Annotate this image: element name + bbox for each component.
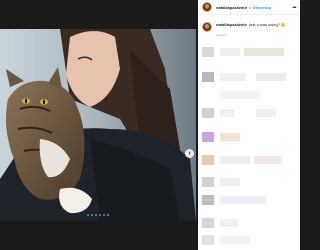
chevron-right-icon: › <box>188 150 191 157</box>
blurred-avatar <box>202 195 214 205</box>
list-item <box>202 72 286 82</box>
carousel-next-button[interactable]: › <box>185 149 194 158</box>
post-modal: › natalliapazdzinir • Obserwuj ••• natal… <box>0 0 300 250</box>
blurred-comment <box>220 48 240 56</box>
list-item <box>202 108 276 118</box>
caption-username[interactable]: natalliapazdzinir <box>216 22 247 27</box>
follow-button[interactable]: Obserwuj <box>253 5 271 10</box>
blurred-comment <box>220 178 240 186</box>
carousel-dot <box>103 214 105 216</box>
blurred-comment <box>254 156 282 164</box>
blurred-comment <box>220 133 240 141</box>
blurred-avatar <box>202 132 214 142</box>
blurred-comment <box>244 48 284 56</box>
comments-list[interactable] <box>198 42 300 250</box>
blurred-comment <box>256 109 276 117</box>
blurred-comment <box>220 156 250 164</box>
caption: natalliapazdzinir jest u was śnieg? <box>216 22 285 27</box>
list-item <box>202 155 282 165</box>
blurred-comment <box>220 219 238 227</box>
blurred-avatar <box>202 47 214 57</box>
blurred-avatar <box>202 235 214 245</box>
blurred-avatar <box>202 108 214 118</box>
list-item <box>202 218 238 228</box>
blurred-comment <box>220 73 246 81</box>
carousel-dot <box>91 214 93 216</box>
list-item <box>202 47 284 57</box>
carousel-dot <box>99 214 101 216</box>
username-link[interactable]: natalliapazdzinir <box>216 5 247 10</box>
post-media[interactable]: › <box>0 29 196 221</box>
caption-avatar[interactable] <box>202 22 212 32</box>
blurred-avatar <box>202 218 214 228</box>
carousel-indicator <box>0 214 196 216</box>
avatar[interactable] <box>202 2 212 12</box>
caption-row: natalliapazdzinir jest u was śnieg? <box>202 22 285 32</box>
carousel-dot <box>87 214 89 216</box>
blurred-comment <box>256 73 286 81</box>
list-item <box>202 177 240 187</box>
blurred-comment <box>220 91 260 99</box>
post-timestamp: 1h temu <box>216 33 227 37</box>
carousel-dot <box>107 214 109 216</box>
caption-text: jest u was śnieg? <box>249 22 280 27</box>
blurred-comment <box>220 196 266 204</box>
blurred-avatar <box>202 72 214 82</box>
list-item <box>202 195 266 205</box>
list-item <box>202 90 260 100</box>
blurred-avatar <box>202 155 214 165</box>
blurred-comment <box>220 109 234 117</box>
carousel-dot <box>95 214 97 216</box>
smiling-face-icon <box>280 23 285 27</box>
blurred-comment <box>220 236 250 244</box>
separator: • <box>249 4 251 10</box>
more-horizontal-icon[interactable]: ••• <box>292 5 296 11</box>
list-item <box>202 132 240 142</box>
header-text: natalliapazdzinir • Obserwuj <box>216 5 271 10</box>
post-side-panel: natalliapazdzinir • Obserwuj ••• natalli… <box>198 0 300 250</box>
list-item <box>202 235 250 245</box>
post-photo <box>0 29 196 221</box>
blurred-avatar <box>202 177 214 187</box>
blurred-avatar <box>202 90 214 100</box>
post-header: natalliapazdzinir • Obserwuj ••• <box>198 0 300 15</box>
